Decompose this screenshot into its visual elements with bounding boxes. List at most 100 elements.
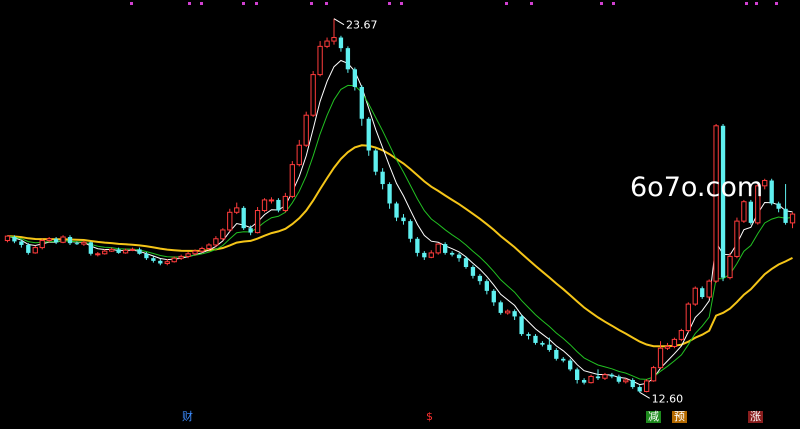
candle [526,332,531,340]
candle [220,228,226,241]
candle-body [498,302,503,313]
candle-body [561,358,566,361]
candle [129,247,136,252]
candle [324,37,330,49]
candle [533,334,538,345]
candle-body [789,213,796,224]
candle-body [713,125,719,282]
candle-body [602,374,608,379]
candle [643,379,650,393]
candle-body [575,369,580,380]
dividend-event-marker[interactable]: $ [426,411,433,423]
candle [512,309,517,320]
candle-body [373,150,378,172]
candle-body [102,250,108,255]
candle-body [12,237,17,242]
candle-body [678,330,685,340]
candle-body [588,375,594,384]
candle-body [630,379,635,388]
price-annotations: 23.67 12.60 [333,18,683,405]
event-dot [755,2,758,5]
candle-body [769,180,774,204]
candle [519,314,524,336]
event-dot [600,2,603,5]
candle-body [234,207,240,213]
candle [706,279,712,299]
candle-body [338,37,344,49]
candle [303,111,309,147]
candle [554,348,559,361]
candle-body [623,379,629,383]
candle-body [192,250,198,255]
candle-body [401,217,406,222]
candle [470,265,476,279]
candle-body [303,114,309,146]
candle [581,378,587,385]
candle-body [81,241,87,245]
candle-body [158,260,163,264]
ma-line-mid [7,84,793,380]
candle-body [171,257,177,263]
candle [366,116,371,156]
candle [449,251,455,257]
candle-body [435,243,441,254]
event-dot [200,2,203,5]
candle [748,199,753,225]
candle-body [616,376,621,382]
candle [213,236,219,247]
candle [678,328,685,342]
candle-body [345,48,351,70]
candle [664,342,671,350]
event-dot [130,2,133,5]
candle [776,201,781,213]
candle-body [261,199,268,212]
candle [568,358,573,372]
candle [734,217,740,259]
candle [561,357,566,363]
candle [137,247,142,255]
candle-body [199,247,205,252]
candle-body [296,144,302,166]
candle [692,286,698,306]
candle-body [387,184,392,204]
candle-body [512,311,517,317]
candle-body [609,374,615,377]
candle [60,235,66,244]
candle-body [248,228,253,233]
candle-body [700,288,705,298]
candle-body [415,238,420,253]
event-dot [310,2,313,5]
candle-body [268,199,275,202]
candle [53,237,59,245]
candle [380,168,385,190]
candle [498,300,503,315]
candle [762,178,768,190]
reduce-holding-marker[interactable]: 减 [646,411,661,423]
candle-body [657,347,664,369]
forecast-marker[interactable]: 预 [672,411,687,423]
candle-body [282,195,289,212]
candle [39,238,45,250]
high-annotation-leader [333,18,345,26]
candle-body [39,240,45,249]
candle-body [783,208,788,223]
candle-body [129,248,136,251]
candle [67,235,73,245]
candle [588,374,594,384]
event-dot [505,2,508,5]
candlesticks [4,18,796,393]
candle [234,202,240,215]
candle [547,337,552,352]
candle-body [484,281,489,291]
candle-body [122,249,129,254]
candle [491,289,496,306]
candle-body [449,252,455,255]
candle [227,208,233,232]
candle [296,139,302,167]
candle [616,374,621,384]
candle-body [151,258,156,261]
limit-up-marker[interactable]: 涨 [748,411,763,423]
candle-body [526,334,531,336]
finance-event-marker[interactable]: 财 [182,411,193,423]
candle [408,219,413,243]
